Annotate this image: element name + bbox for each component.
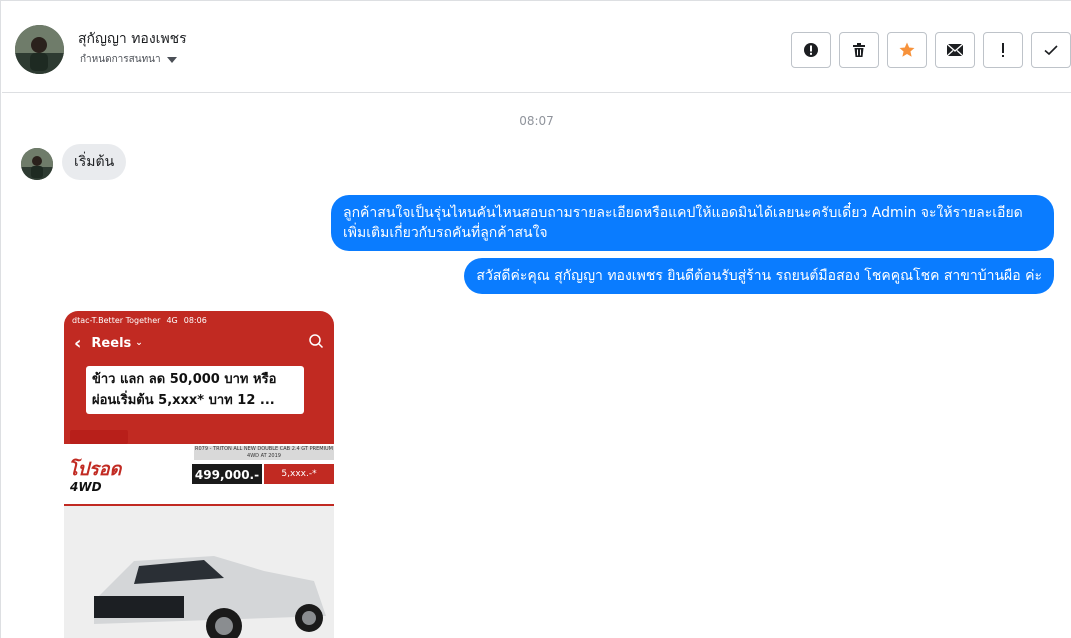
avatar[interactable] (15, 25, 64, 74)
poster-4wd: 4WD (70, 480, 102, 494)
carrier-label: dtac-T.Better Together (72, 315, 161, 325)
chevron-left-icon: ‹ (74, 332, 82, 354)
flag-button[interactable] (983, 32, 1023, 68)
poster-installment: 5,xxx.-* (264, 464, 334, 484)
message-timestamp: 08:07 (519, 114, 554, 128)
incoming-message[interactable]: เริ่มต้น (62, 144, 127, 180)
outgoing-message[interactable]: ลูกค้าสนใจเป็นรุ่นไหนคันไหนสอบถามรายละเอ… (331, 195, 1054, 251)
dealer-logo (70, 430, 128, 444)
chevron-down-icon: ⌄ (135, 338, 143, 348)
network-label: 4G (166, 315, 178, 325)
envelope-icon (946, 43, 964, 57)
promo-caption: ข้าว แลก ลด 50,000 บาท หรือ ผ่อนเริ่มต้น… (86, 366, 304, 414)
action-toolbar (791, 32, 1071, 68)
report-button[interactable] (791, 32, 831, 68)
reels-bar: ‹ Reels ⌄ (64, 329, 334, 357)
phone-status-bar: dtac-T.Better Together 4G 08:06 (64, 311, 334, 329)
search-icon (308, 333, 324, 353)
star-button[interactable] (887, 32, 927, 68)
poster-model: R079 - TRITON ALL NEW DOUBLE CAB 2.4 GT … (194, 446, 334, 460)
done-button[interactable] (1031, 32, 1071, 68)
exclamation-circle-icon (804, 43, 818, 57)
outgoing-message[interactable]: สวัสดีค่ะคุณ สุกัญญา ทองเพชร ยินดีต้อนรั… (464, 258, 1054, 294)
delete-button[interactable] (839, 32, 879, 68)
check-icon (1044, 45, 1058, 56)
image-attachment[interactable]: dtac-T.Better Together 4G 08:06 ‹ Reels … (64, 311, 334, 638)
messenger-panel: สุกัญญา ทองเพชร กำหนดการสนทนา 08:07 เริ่… (0, 0, 1071, 638)
caret-down-icon (166, 56, 177, 63)
promo-poster: R079 - TRITON ALL NEW DOUBLE CAB 2.4 GT … (64, 424, 334, 504)
schedule-label: กำหนดการสนทนา (80, 54, 161, 65)
mark-unread-button[interactable] (935, 32, 975, 68)
trash-icon (853, 43, 865, 57)
poster-brand: โปรอด (68, 459, 122, 480)
car-photo (64, 506, 334, 638)
exclamation-icon (1002, 43, 1004, 57)
conversation-header: สุกัญญา ทองเพชร กำหนดการสนทนา (2, 2, 1071, 93)
contact-name[interactable]: สุกัญญา ทองเพชร (78, 28, 187, 50)
star-icon (899, 42, 915, 57)
sender-avatar (21, 148, 53, 180)
reels-label: Reels (91, 335, 132, 351)
status-time: 08:06 (183, 315, 207, 325)
poster-price: 499,000.- (192, 464, 262, 484)
conversation-schedule-dropdown[interactable]: กำหนดการสนทนา (80, 52, 177, 67)
